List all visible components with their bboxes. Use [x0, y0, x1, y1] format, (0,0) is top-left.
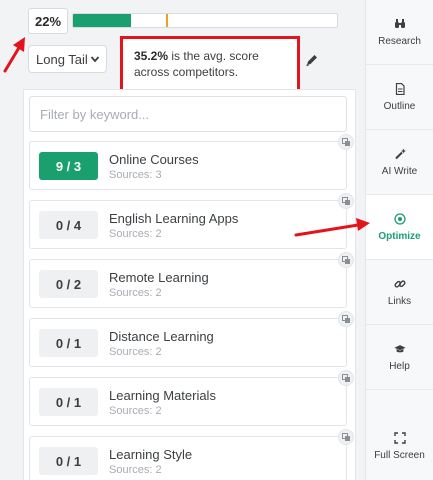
- graduation-cap-icon: [393, 343, 406, 355]
- target-icon: [393, 212, 406, 225]
- keyword-sources: Sources: 2: [109, 464, 162, 476]
- keyword-sources: Sources: 2: [109, 228, 162, 240]
- sidebar-item-full-screen[interactable]: Full Screen: [366, 414, 433, 478]
- copy-icon[interactable]: [338, 193, 354, 209]
- keyword-sources: Sources: 2: [109, 405, 162, 417]
- keyword-usage-badge: 0 / 2: [39, 270, 98, 298]
- keyword-type-selected: Long Tail: [36, 51, 88, 67]
- sidebar-item-ai-write[interactable]: AI Write: [366, 130, 433, 194]
- keyword-filter-input[interactable]: [29, 96, 347, 132]
- keyword-name: English Learning Apps: [109, 211, 239, 226]
- sidebar-item-label: Research: [378, 35, 421, 47]
- keyword-usage-badge: 9 / 3: [39, 152, 98, 180]
- content-score-row: 22%: [28, 8, 348, 34]
- keyword-card[interactable]: 0 / 1 Distance Learning Sources: 2: [29, 311, 354, 367]
- sidebar-item-label: Full Screen: [374, 449, 425, 461]
- keyword-usage-badge: 0 / 1: [39, 447, 98, 475]
- expand-icon: [393, 431, 406, 444]
- keyword-card[interactable]: 0 / 1 Learning Style Sources: 2: [29, 429, 354, 480]
- sidebar-item-outline[interactable]: Outline: [366, 65, 433, 129]
- keyword-usage-badge: 0 / 1: [39, 388, 98, 416]
- competitor-average-tooltip: 35.2% is the avg. score across competito…: [120, 36, 300, 96]
- keyword-usage-badge: 0 / 4: [39, 211, 98, 239]
- keyword-sources: Sources: 2: [109, 346, 162, 358]
- sidebar-item-label: Links: [387, 295, 412, 307]
- sidebar-item-label: Optimize: [378, 230, 421, 242]
- content-score-bar: [72, 13, 338, 28]
- keyword-name: Learning Style: [109, 447, 193, 462]
- competitor-average-value: 35.2%: [134, 49, 169, 63]
- document-icon: [394, 82, 406, 95]
- keyword-sources: Sources: 2: [109, 287, 162, 299]
- magic-wand-icon: [394, 148, 406, 160]
- keyword-name: Remote Learning: [109, 270, 209, 285]
- keyword-card[interactable]: 9 / 3 Online Courses Sources: 3: [29, 134, 354, 190]
- sidebar-item-links[interactable]: Links: [366, 260, 433, 324]
- keyword-name: Learning Materials: [109, 388, 216, 403]
- keyword-card[interactable]: 0 / 1 Learning Materials Sources: 2: [29, 370, 354, 426]
- content-score-value: 22%: [28, 8, 68, 34]
- competitor-average-marker: [165, 14, 168, 27]
- sidebar-item-label: Help: [389, 360, 410, 372]
- keyword-name: Distance Learning: [109, 329, 214, 344]
- keyword-name: Online Courses: [109, 152, 199, 167]
- keyword-type-select[interactable]: Long Tail: [28, 45, 107, 73]
- sidebar-item-label: AI Write: [381, 165, 418, 177]
- keyword-card[interactable]: 0 / 4 English Learning Apps Sources: 2: [29, 193, 354, 249]
- sidebar-item-research[interactable]: Research: [366, 0, 433, 64]
- sidebar-item-label: Outline: [383, 100, 416, 112]
- copy-icon[interactable]: [338, 370, 354, 386]
- tool-sidebar: Research Outline AI Write Optimize Links…: [365, 0, 433, 480]
- sidebar-item-help[interactable]: Help: [366, 325, 433, 389]
- optimize-panel: 22% Long Tail 35.2% is the avg. score ac…: [0, 0, 365, 480]
- pen-icon[interactable]: [304, 52, 320, 68]
- copy-icon[interactable]: [338, 429, 354, 445]
- keyword-list-panel: 9 / 3 Online Courses Sources: 3 0 / 4 En…: [23, 89, 356, 480]
- keyword-usage-badge: 0 / 1: [39, 329, 98, 357]
- keyword-card[interactable]: 0 / 2 Remote Learning Sources: 2: [29, 252, 354, 308]
- link-icon: [393, 278, 406, 290]
- content-score-fill: [73, 14, 132, 27]
- copy-icon[interactable]: [338, 311, 354, 327]
- copy-icon[interactable]: [338, 252, 354, 268]
- sidebar-item-optimize[interactable]: Optimize: [366, 195, 433, 259]
- chevron-down-icon: [90, 56, 100, 63]
- keyword-sources: Sources: 3: [109, 169, 162, 181]
- sidebar-divider: [366, 389, 433, 390]
- binoculars-icon: [394, 18, 406, 30]
- copy-icon[interactable]: [338, 134, 354, 150]
